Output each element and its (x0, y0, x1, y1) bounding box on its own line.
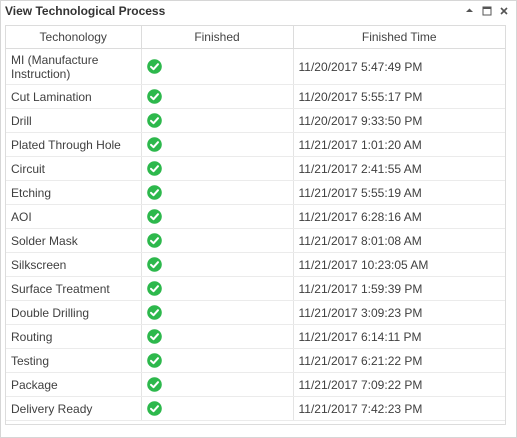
technology-cell: MI (Manufacture Instruction) (6, 48, 142, 85)
checkmark-circle-icon (146, 353, 162, 368)
finished-cell (141, 204, 294, 229)
finished-time-cell: 11/21/2017 6:28:16 AM (293, 204, 505, 229)
table-row[interactable]: Cut Lamination 11/20/2017 5:55:17 PM (6, 84, 505, 109)
finished-time-cell: 11/20/2017 5:55:17 PM (293, 84, 505, 109)
finished-time-cell: 11/21/2017 3:09:23 PM (293, 300, 505, 325)
table-row[interactable]: Double Drilling 11/21/2017 3:09:23 PM (6, 300, 505, 325)
checkmark-circle-icon (146, 233, 162, 248)
technology-cell: Testing (6, 348, 142, 373)
finished-cell (141, 276, 294, 301)
window-titlebar[interactable]: View Technological Process (1, 1, 516, 21)
technology-cell: Delivery Ready (6, 396, 142, 421)
checkmark-circle-icon (146, 161, 162, 176)
table-row[interactable]: Routing 11/21/2017 6:14:11 PM (6, 324, 505, 349)
checkmark-circle-icon (146, 281, 162, 296)
table-row[interactable]: Delivery Ready 11/21/2017 7:42:23 PM (6, 396, 505, 421)
technology-cell: Cut Lamination (6, 84, 142, 109)
finished-time-cell: 11/20/2017 9:33:50 PM (293, 108, 505, 133)
table-row[interactable]: Testing 11/21/2017 6:21:22 PM (6, 348, 505, 373)
technology-cell: Surface Treatment (6, 276, 142, 301)
finished-time-cell: 11/21/2017 7:42:23 PM (293, 396, 505, 421)
checkmark-circle-icon (146, 137, 162, 152)
checkmark-circle-icon (146, 329, 162, 344)
process-grid[interactable]: Techonology Finished Finished Time MI (M… (5, 25, 506, 425)
checkmark-circle-icon (146, 305, 162, 320)
table-row[interactable]: Silkscreen 11/21/2017 10:23:05 AM (6, 252, 505, 277)
technology-cell: AOI (6, 204, 142, 229)
checkmark-circle-icon (146, 401, 162, 416)
finished-cell (141, 396, 294, 421)
technology-cell: Double Drilling (6, 300, 142, 325)
finished-time-cell: 11/21/2017 2:41:55 AM (293, 156, 505, 181)
table-row[interactable]: AOI 11/21/2017 6:28:16 AM (6, 204, 505, 229)
finished-cell (141, 324, 294, 349)
technology-cell: Silkscreen (6, 252, 142, 277)
finished-cell (141, 180, 294, 205)
finished-cell (141, 156, 294, 181)
table-row[interactable]: Circuit 11/21/2017 2:41:55 AM (6, 156, 505, 181)
table-row[interactable]: MI (Manufacture Instruction) 11/20/2017 5… (6, 48, 505, 85)
technology-cell: Solder Mask (6, 228, 142, 253)
finished-cell (141, 372, 294, 397)
finished-cell (141, 300, 294, 325)
checkmark-circle-icon (146, 89, 162, 104)
checkmark-circle-icon (146, 113, 162, 128)
technology-cell: Circuit (6, 156, 142, 181)
maximize-icon[interactable] (480, 4, 493, 17)
finished-cell (141, 108, 294, 133)
table-row[interactable]: Solder Mask 11/21/2017 8:01:08 AM (6, 228, 505, 253)
finished-cell (141, 84, 294, 109)
column-header-finished[interactable]: Finished (141, 26, 294, 49)
finished-time-cell: 11/20/2017 5:47:49 PM (293, 48, 505, 85)
table-row[interactable]: Drill 11/20/2017 9:33:50 PM (6, 108, 505, 133)
checkmark-circle-icon (146, 185, 162, 200)
finished-cell (141, 228, 294, 253)
technology-cell: Drill (6, 108, 142, 133)
table-row[interactable]: Etching 11/21/2017 5:55:19 AM (6, 180, 505, 205)
table-row[interactable]: Surface Treatment 11/21/2017 1:59:39 PM (6, 276, 505, 301)
finished-time-cell: 11/21/2017 7:09:22 PM (293, 372, 505, 397)
checkmark-circle-icon (146, 257, 162, 272)
finished-time-cell: 11/21/2017 5:55:19 AM (293, 180, 505, 205)
checkmark-circle-icon (146, 209, 162, 224)
column-header-finished-time[interactable]: Finished Time (293, 26, 505, 49)
close-icon[interactable] (497, 4, 510, 17)
table-header-row: Techonology Finished Finished Time (6, 26, 505, 49)
finished-time-cell: 11/21/2017 10:23:05 AM (293, 252, 505, 277)
checkmark-circle-icon (146, 377, 162, 392)
column-header-technology[interactable]: Techonology (6, 26, 142, 49)
finished-time-cell: 11/21/2017 6:14:11 PM (293, 324, 505, 349)
finished-cell (141, 48, 294, 85)
finished-time-cell: 11/21/2017 1:59:39 PM (293, 276, 505, 301)
collapse-icon[interactable] (463, 4, 476, 17)
table-row[interactable]: Package 11/21/2017 7:09:22 PM (6, 372, 505, 397)
finished-cell (141, 348, 294, 373)
finished-time-cell: 11/21/2017 8:01:08 AM (293, 228, 505, 253)
technology-cell: Routing (6, 324, 142, 349)
window-title: View Technological Process (5, 4, 166, 18)
table-body: MI (Manufacture Instruction) 11/20/2017 5… (6, 48, 505, 421)
technology-cell: Etching (6, 180, 142, 205)
finished-cell (141, 132, 294, 157)
finished-time-cell: 11/21/2017 1:01:20 AM (293, 132, 505, 157)
technological-process-window: View Technological Process Techonology F… (0, 0, 517, 438)
technology-cell: Plated Through Hole (6, 132, 142, 157)
table-row[interactable]: Plated Through Hole 11/21/2017 1:01:20 AM (6, 132, 505, 157)
finished-time-cell: 11/21/2017 6:21:22 PM (293, 348, 505, 373)
window-controls (463, 4, 510, 17)
finished-cell (141, 252, 294, 277)
process-table: Techonology Finished Finished Time MI (M… (6, 26, 505, 421)
checkmark-circle-icon (146, 59, 162, 74)
technology-cell: Package (6, 372, 142, 397)
